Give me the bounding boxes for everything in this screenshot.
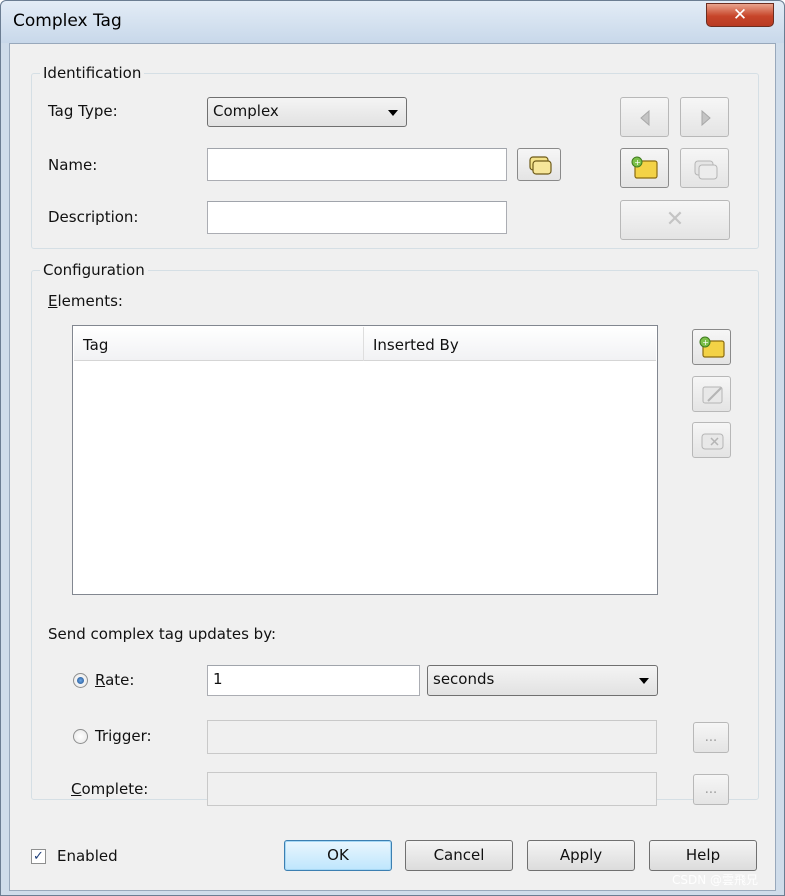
rate-unit-value: seconds bbox=[433, 670, 495, 688]
new-tag-button[interactable]: + bbox=[620, 148, 669, 188]
add-element-icon: + bbox=[699, 336, 725, 358]
copy-tag-icon bbox=[694, 160, 718, 180]
name-label: Name: bbox=[48, 156, 98, 174]
rate-radio[interactable] bbox=[73, 673, 88, 688]
chevron-down-icon bbox=[639, 678, 649, 684]
enabled-label[interactable]: Enabled bbox=[57, 847, 118, 865]
ellipsis-icon: ... bbox=[704, 730, 718, 745]
tag-type-value: Complex bbox=[213, 102, 279, 120]
description-label: Description: bbox=[48, 208, 139, 226]
trigger-input[interactable] bbox=[207, 720, 657, 754]
trigger-radio[interactable] bbox=[73, 729, 88, 744]
complete-browse-button[interactable]: ... bbox=[693, 774, 729, 805]
ellipsis-icon: ... bbox=[704, 782, 718, 797]
delete-tag-button[interactable]: ✕ bbox=[620, 200, 730, 240]
arrow-left-icon bbox=[640, 109, 650, 127]
trigger-label[interactable]: Trigger: bbox=[95, 727, 152, 745]
copy-tag-button[interactable] bbox=[680, 148, 729, 188]
title-bar[interactable]: Complex Tag ✕ bbox=[1, 1, 784, 43]
remove-element-icon bbox=[701, 433, 724, 450]
column-header-tag[interactable]: Tag bbox=[74, 327, 364, 361]
name-input[interactable] bbox=[207, 148, 507, 181]
chevron-down-icon bbox=[388, 110, 398, 116]
elements-list[interactable]: Tag Inserted By bbox=[72, 325, 658, 595]
elements-list-header: Tag Inserted By bbox=[74, 327, 656, 361]
enabled-checkbox[interactable]: ✓ bbox=[31, 849, 46, 864]
add-element-button[interactable]: + bbox=[692, 329, 731, 365]
trigger-browse-button[interactable]: ... bbox=[693, 722, 729, 753]
tag-browse-icon bbox=[529, 156, 552, 175]
complete-label: Complete: bbox=[71, 780, 148, 798]
window-title: Complex Tag bbox=[13, 11, 122, 31]
tag-type-select[interactable]: Complex bbox=[207, 97, 407, 127]
previous-button[interactable] bbox=[620, 97, 669, 137]
rate-unit-select[interactable]: seconds bbox=[427, 665, 658, 696]
complete-input[interactable] bbox=[207, 772, 657, 806]
send-updates-label: Send complex tag updates by: bbox=[48, 625, 277, 643]
tag-type-label: Tag Type: bbox=[48, 102, 118, 120]
svg-text:+: + bbox=[702, 338, 709, 347]
svg-text:+: + bbox=[634, 158, 641, 167]
ok-button[interactable]: OK bbox=[284, 840, 392, 871]
arrow-right-icon bbox=[701, 109, 711, 127]
browse-tag-button[interactable] bbox=[517, 148, 561, 181]
rate-label[interactable]: Rate: bbox=[95, 671, 134, 689]
remove-element-button[interactable] bbox=[692, 422, 731, 458]
dialog-body: Identification Tag Type: Complex Name: D… bbox=[9, 43, 776, 891]
watermark: CSDN @雲飛兄 bbox=[672, 873, 759, 887]
new-tag-icon: + bbox=[631, 156, 658, 179]
elements-label: Elements: bbox=[48, 292, 123, 310]
rate-input[interactable]: 1 bbox=[207, 665, 420, 696]
cancel-button[interactable]: Cancel bbox=[405, 840, 513, 871]
configuration-legend: Configuration bbox=[40, 261, 148, 279]
complete-accesskey: C bbox=[71, 780, 82, 798]
edit-element-icon bbox=[702, 386, 723, 404]
elements-label-text: lements: bbox=[57, 292, 123, 310]
complex-tag-dialog: Complex Tag ✕ Identification Tag Type: C… bbox=[0, 0, 785, 896]
help-button[interactable]: Help bbox=[649, 840, 757, 871]
close-button[interactable]: ✕ bbox=[706, 3, 774, 27]
apply-button[interactable]: Apply bbox=[527, 840, 635, 871]
column-header-inserted-by[interactable]: Inserted By bbox=[364, 327, 656, 361]
next-button[interactable] bbox=[680, 97, 729, 137]
close-icon: ✕ bbox=[732, 5, 748, 25]
checkmark-icon: ✓ bbox=[33, 849, 44, 864]
identification-legend: Identification bbox=[40, 64, 145, 82]
description-input[interactable] bbox=[207, 201, 507, 234]
rate-label-text: ate: bbox=[105, 671, 135, 689]
complete-label-text: omplete: bbox=[81, 780, 149, 798]
delete-icon: ✕ bbox=[665, 207, 685, 232]
rate-accesskey: R bbox=[95, 671, 106, 689]
edit-element-button[interactable] bbox=[692, 376, 731, 412]
